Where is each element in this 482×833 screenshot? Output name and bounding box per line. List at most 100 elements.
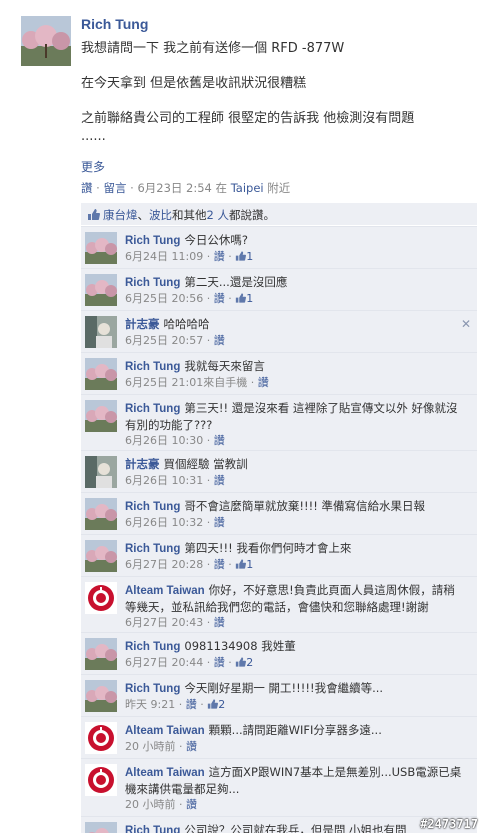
comment-body: Rich Tung 公司說？公司就在我兵，但是問 小姐也有問 <box>125 822 465 833</box>
comment-author[interactable]: 計志豪 <box>125 319 160 331</box>
post-line: 在今天拿到 但是依舊是收訊狀況很糟糕 <box>81 76 307 91</box>
comment-avatar[interactable] <box>85 498 117 530</box>
comment-row: Rich Tung 我就每天來留言 6月25日 21:01來自手機 · 讚 <box>81 352 477 394</box>
comment-link[interactable]: 留言 <box>103 181 126 195</box>
comment-author[interactable]: Rich Tung <box>125 277 180 289</box>
comment-avatar[interactable] <box>85 316 117 348</box>
post-timestamp[interactable]: 6月23日 2:54 <box>137 181 211 195</box>
comment-body: Rich Tung 今日公休嗎? 6月24日 11:09 · 讚 · 1 <box>125 232 465 265</box>
comment-author[interactable]: Rich Tung <box>125 361 180 373</box>
comment-author[interactable]: Rich Tung <box>125 825 180 833</box>
comment-like-count[interactable]: 1 <box>246 250 253 263</box>
comment-body: Rich Tung 0981134908 我姓董 6月27日 20:44 · 讚 ·… <box>125 638 465 671</box>
comment-author[interactable]: Rich Tung <box>125 683 180 695</box>
comment-avatar[interactable] <box>85 582 117 614</box>
liker-name[interactable]: 康台煒 <box>103 208 138 222</box>
comment-timestamp[interactable]: 20 小時前 <box>125 798 176 811</box>
comment-text: 今天剛好星期一 開工!!!!!我會繼續等... <box>184 681 384 695</box>
comment-avatar[interactable] <box>85 456 117 488</box>
comment-avatar[interactable] <box>85 232 117 264</box>
comment-like-link[interactable]: 讚 <box>214 250 225 263</box>
comment-text: 顆顆...請問距離WIFI分享器多遠... <box>208 723 382 737</box>
comment-like-link[interactable]: 讚 <box>214 334 225 347</box>
comment-like-link[interactable]: 讚 <box>258 376 269 389</box>
comment-text: 買個經驗 當教訓 <box>163 457 248 471</box>
comment-timestamp[interactable]: 6月27日 20:28 <box>125 558 203 571</box>
thumbs-up-icon <box>235 656 247 669</box>
comment-row: Alteam Taiwan 這方面XP跟WIN7基本上是無差別...USB電源已桌… <box>81 758 477 816</box>
comment-meta: 6月27日 20:43 · 讚 <box>125 616 225 629</box>
comment-timestamp[interactable]: 6月27日 20:44 <box>125 656 203 669</box>
comment-timestamp[interactable]: 昨天 9:21 <box>125 698 175 711</box>
comment-timestamp[interactable]: 6月25日 21:01 <box>125 376 203 389</box>
comment-avatar[interactable] <box>85 358 117 390</box>
like-link[interactable]: 讚 <box>81 181 93 195</box>
comment-like-link[interactable]: 讚 <box>186 740 197 753</box>
watermark: #2473717 <box>420 817 478 831</box>
comment-avatar[interactable] <box>85 722 117 754</box>
comment-author[interactable]: Alteam Taiwan <box>125 767 205 779</box>
comment-timestamp[interactable]: 6月27日 20:43 <box>125 616 203 629</box>
comment-timestamp[interactable]: 20 小時前 <box>125 740 176 753</box>
comment-avatar[interactable] <box>85 274 117 306</box>
post-author-name[interactable]: Rich Tung <box>81 16 148 32</box>
comment-like-count[interactable]: 2 <box>218 698 225 711</box>
comment-avatar[interactable] <box>85 680 117 712</box>
comment-text: 第四天!!! 我看你們何時才會上來 <box>184 541 352 555</box>
comment-avatar[interactable] <box>85 400 117 432</box>
comment-author[interactable]: Rich Tung <box>125 235 180 247</box>
comment-avatar[interactable] <box>85 822 117 833</box>
comment-like-link[interactable]: 讚 <box>186 698 197 711</box>
post-line: 之前聯絡貴公司的工程師 很堅定的告訴我 他檢測沒有問題 <box>81 111 415 126</box>
comment-timestamp[interactable]: 6月26日 10:32 <box>125 516 203 529</box>
comment-body: 計志豪 哈哈哈哈 6月25日 20:57 · 讚 <box>125 316 465 349</box>
comment-meta: 6月25日 21:01來自手機 · 讚 <box>125 376 269 389</box>
comment-like-link[interactable]: 讚 <box>214 656 225 669</box>
liker-name[interactable]: 波比 <box>149 208 172 222</box>
comment-body: Rich Tung 我就每天來留言 6月25日 21:01來自手機 · 讚 <box>125 358 465 391</box>
comment-body: Rich Tung 第四天!!! 我看你們何時才會上來 6月27日 20:28 · … <box>125 540 465 573</box>
comment-like-link[interactable]: 讚 <box>214 516 225 529</box>
comment-like-link[interactable]: 讚 <box>214 558 225 571</box>
comment-body: 計志豪 買個經驗 當教訓 6月26日 10:31 · 讚 <box>125 456 465 489</box>
comment-author[interactable]: Rich Tung <box>125 543 180 555</box>
comment-row: Alteam Taiwan 顆顆...請問距離WIFI分享器多遠... 20 小時前… <box>81 716 477 758</box>
comment-author[interactable]: Rich Tung <box>125 501 180 513</box>
comment-timestamp[interactable]: 6月24日 11:09 <box>125 250 203 263</box>
thumbs-up-icon <box>235 250 247 263</box>
comment-timestamp[interactable]: 6月25日 20:56 <box>125 292 203 305</box>
post-line: ...... <box>81 129 106 144</box>
thumbs-up-icon <box>235 558 247 571</box>
comment-text: 0981134908 我姓董 <box>184 639 296 653</box>
comment-author[interactable]: Alteam Taiwan <box>125 725 205 737</box>
other-likers-link[interactable]: 2 人 <box>207 208 229 222</box>
comment-author[interactable]: Alteam Taiwan <box>125 585 205 597</box>
comment-meta: 6月27日 20:28 · 讚 · 1 <box>125 558 254 571</box>
post-author-avatar[interactable] <box>21 16 71 66</box>
comment-like-count[interactable]: 1 <box>246 558 253 571</box>
see-more-link[interactable]: 更多 <box>81 158 105 175</box>
comment-like-count[interactable]: 1 <box>246 292 253 305</box>
comment-author[interactable]: Rich Tung <box>125 403 180 415</box>
comment-like-link[interactable]: 讚 <box>214 434 225 447</box>
comment-like-link[interactable]: 讚 <box>186 798 197 811</box>
comment-like-link[interactable]: 讚 <box>214 616 225 629</box>
comment-author[interactable]: Rich Tung <box>125 641 180 653</box>
comment-device: 來自手機 <box>203 376 248 389</box>
remove-comment-icon[interactable]: ✕ <box>461 317 471 331</box>
comment-row: Rich Tung 0981134908 我姓董 6月27日 20:44 · 讚 ·… <box>81 632 477 674</box>
comment-timestamp[interactable]: 6月26日 10:31 <box>125 474 203 487</box>
comment-avatar[interactable] <box>85 540 117 572</box>
comment-like-link[interactable]: 讚 <box>214 474 225 487</box>
comment-timestamp[interactable]: 6月26日 10:30 <box>125 434 203 447</box>
comment-avatar[interactable] <box>85 764 117 796</box>
comment-like-count[interactable]: 2 <box>246 656 253 669</box>
location-link[interactable]: Taipei <box>231 181 264 195</box>
comment-author[interactable]: 計志豪 <box>125 459 160 471</box>
comment-timestamp[interactable]: 6月25日 20:57 <box>125 334 203 347</box>
comment-avatar[interactable] <box>85 638 117 670</box>
comment-meta: 6月26日 10:30 · 讚 <box>125 434 225 447</box>
comment-row: 計志豪 哈哈哈哈 6月25日 20:57 · 讚 ✕ <box>81 310 477 352</box>
comment-like-link[interactable]: 讚 <box>214 292 225 305</box>
comment-body: Alteam Taiwan 顆顆...請問距離WIFI分享器多遠... 20 小時前… <box>125 722 465 755</box>
